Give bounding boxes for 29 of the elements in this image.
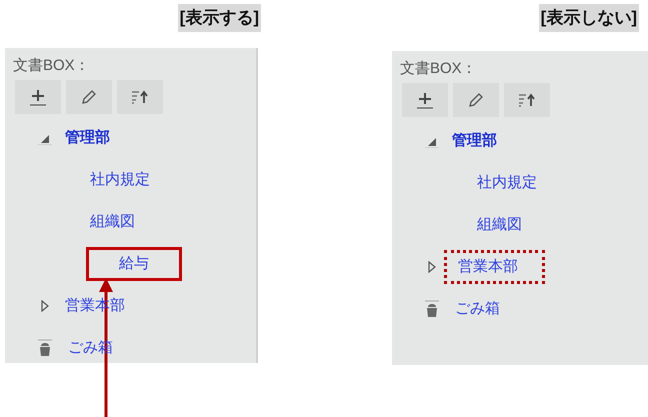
plus-icon xyxy=(29,88,47,106)
tree-item[interactable]: 組織図 xyxy=(90,210,135,234)
tree-item[interactable]: 営業本部 xyxy=(458,258,518,275)
sort-icon xyxy=(131,90,149,104)
add-button[interactable] xyxy=(15,80,61,114)
add-button[interactable] xyxy=(402,83,448,117)
trash-can-icon xyxy=(37,339,53,357)
tree-item[interactable]: 給与 xyxy=(119,255,149,272)
caption: [表示する] xyxy=(178,4,261,32)
sort-button[interactable] xyxy=(117,80,163,114)
edit-button[interactable] xyxy=(66,80,112,114)
caption: [表示しない] xyxy=(538,4,639,32)
tree-item[interactable]: 社内規定 xyxy=(90,168,150,192)
trash-can-icon xyxy=(424,300,440,318)
expand-triangle-icon[interactable] xyxy=(427,261,437,273)
tree-item[interactable]: ごみ箱 xyxy=(455,298,500,320)
box-title: 文書BOX： xyxy=(12,56,91,76)
box-title: 文書BOX： xyxy=(399,59,478,79)
plus-icon xyxy=(416,91,434,109)
edit-button[interactable] xyxy=(453,83,499,117)
sort-icon xyxy=(518,93,536,107)
tree-item[interactable]: 社内規定 xyxy=(477,172,537,194)
tree-item[interactable]: 管理部 xyxy=(65,126,110,150)
pencil-icon xyxy=(468,92,484,108)
tree-item[interactable]: 管理部 xyxy=(452,130,497,152)
tree-item[interactable]: 組織図 xyxy=(477,214,522,236)
sort-button[interactable] xyxy=(504,83,550,117)
expand-triangle-icon[interactable] xyxy=(40,300,50,312)
pencil-icon xyxy=(81,89,97,105)
